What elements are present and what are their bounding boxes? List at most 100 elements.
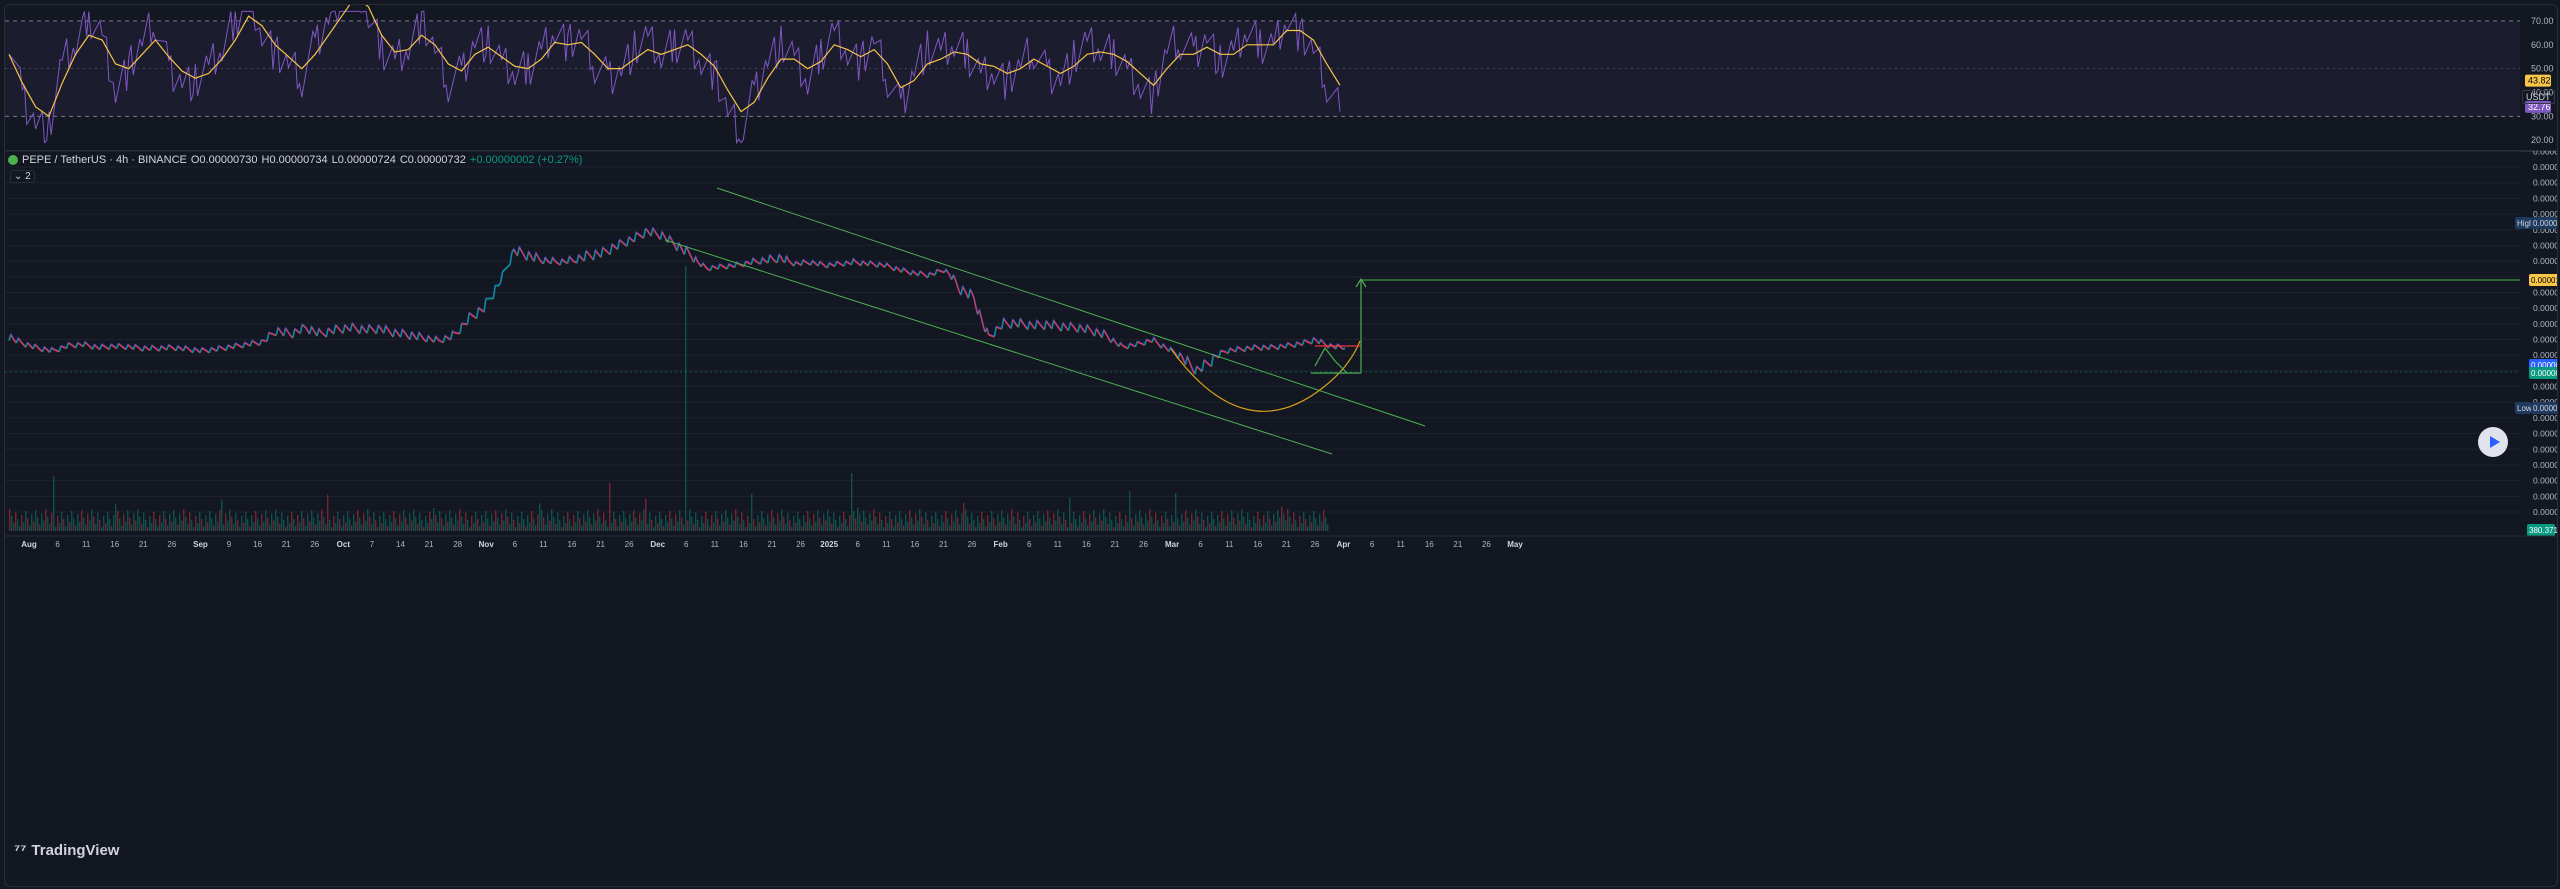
time-tick-label: 16 (739, 540, 748, 549)
time-tick-label: 26 (625, 540, 634, 549)
volume-bar (919, 509, 921, 531)
volume-bar (217, 521, 219, 531)
volume-bar (1253, 515, 1255, 531)
time-tick-label: 26 (1482, 540, 1491, 549)
volume-bar (295, 526, 297, 531)
time-tick-label: 11 (1054, 540, 1063, 549)
volume-bar (1289, 516, 1291, 531)
volume-bar (671, 518, 673, 531)
volume-bar (329, 519, 331, 531)
price-tick-label: 0.00005700 (2533, 151, 2557, 156)
volume-bar (725, 510, 727, 531)
time-tick-label: 6 (1027, 540, 1032, 549)
volume-bar (187, 523, 189, 531)
volume-bar (477, 519, 479, 531)
volume-bar (993, 518, 995, 531)
symbol-title[interactable]: PEPE / TetherUS · 4h · BINANCE (22, 154, 187, 166)
volume-bar (79, 521, 81, 531)
volume-bar (215, 514, 217, 531)
volume-bar (871, 520, 873, 531)
volume-bar (429, 511, 431, 531)
volume-bar (607, 527, 609, 531)
price-candle (1140, 342, 1144, 346)
volume-bar (939, 526, 941, 531)
time-tick-label: 26 (1139, 540, 1148, 549)
volume-bar (27, 518, 29, 531)
volume-bar (699, 527, 701, 531)
price-candle (272, 333, 275, 336)
volume-bar (485, 511, 487, 531)
volume-bar (935, 511, 937, 531)
volume-bar (845, 519, 847, 531)
volume-bar (33, 521, 35, 531)
volume-bar (729, 524, 731, 531)
volume-bar (159, 515, 161, 531)
moving-average (8, 226, 1346, 375)
volume-bar (335, 523, 337, 531)
volume-bar (549, 520, 551, 531)
volume-bar (419, 512, 421, 531)
time-tick-label: 16 (568, 540, 577, 549)
volume-bar (123, 514, 125, 531)
volume-bar (265, 510, 267, 531)
volume-bar (1125, 515, 1127, 531)
volume-bar (703, 523, 705, 531)
rsi-pane[interactable]: 70.00 60.00 50.00 40.00 30.00 20.00 43.82 32.76 (5, 5, 2557, 151)
volume-bar (1203, 519, 1205, 531)
volume-bar (297, 515, 299, 531)
volume-bar (401, 521, 403, 531)
volume-bar (739, 523, 741, 531)
volume-bar (1015, 523, 1017, 531)
volume-bar (1147, 520, 1149, 531)
volume-bar (307, 514, 309, 531)
volume-bar (811, 525, 813, 531)
volume-bar (163, 511, 165, 531)
volume-bar (677, 521, 679, 531)
volume-bar (625, 518, 627, 531)
time-tick-label: 26 (1311, 540, 1320, 549)
symbol-legend[interactable]: PEPE / TetherUS · 4h · BINANCE O0.000007… (8, 154, 582, 166)
volume-bar (799, 519, 801, 531)
time-tick-label: 28 (453, 540, 462, 549)
volume-bar (1105, 516, 1107, 531)
volume-bar (1055, 520, 1057, 531)
scroll-to-realtime-button[interactable] (2478, 427, 2508, 457)
volume-bar (1023, 515, 1025, 531)
volume-bar (507, 516, 509, 531)
volume-bar (783, 516, 785, 531)
volume-bar (1263, 515, 1265, 531)
volume-bar (689, 509, 691, 531)
volume-bar (579, 518, 581, 531)
volume-bar (675, 514, 677, 531)
volume-bar (885, 515, 887, 531)
volume-bar (853, 511, 855, 531)
volume-bar (87, 513, 89, 531)
volume-bar (199, 511, 201, 531)
volume-bar (1053, 513, 1055, 531)
volume-bar (573, 515, 575, 531)
volume-bar (1001, 510, 1003, 531)
volume-bar (753, 519, 755, 531)
time-tick-label: Nov (479, 540, 495, 549)
volume-bar (439, 511, 441, 531)
volume-bar (757, 515, 759, 531)
price-pane[interactable]: 380.371B0.000075000.000065000.000057000.… (5, 115, 2557, 886)
volume-bar (371, 523, 373, 531)
volume-bar (1073, 511, 1075, 531)
volume-bar (151, 523, 153, 531)
volume-bar (1249, 519, 1251, 531)
time-tick-label: 6 (856, 540, 861, 549)
volume-bar (55, 527, 57, 531)
volume-bar (987, 515, 989, 531)
indicators-toggle[interactable]: ⌄ 2 (10, 170, 35, 183)
volume-bar (587, 510, 589, 531)
volume-bar (715, 511, 717, 531)
volume-bar (877, 523, 879, 531)
volume-bar (125, 521, 127, 531)
volume-bar (981, 511, 983, 531)
volume-bar (1087, 525, 1089, 531)
volume-bar (83, 517, 85, 531)
volume-bar (953, 521, 955, 531)
currency-button[interactable]: USDT (2522, 90, 2555, 104)
volume-bar (483, 522, 485, 531)
